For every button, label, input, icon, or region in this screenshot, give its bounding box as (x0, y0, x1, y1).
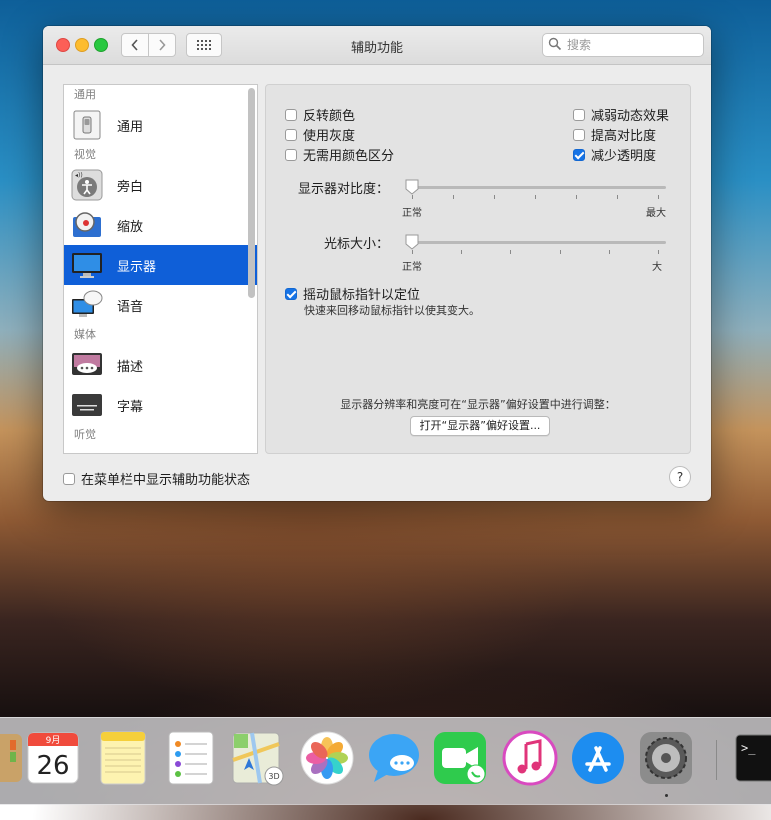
differentiate-without-color-label: 无需用颜色区分 (303, 149, 395, 164)
invert-colors-option[interactable]: 反转颜色 (285, 105, 355, 124)
calendar-day: 26 (36, 751, 69, 781)
increase-contrast-label: 提高对比度 (591, 129, 657, 144)
dock-separator (716, 740, 717, 780)
help-button[interactable]: ? (669, 466, 691, 488)
descriptions-icon (71, 349, 103, 381)
grayscale-checkbox[interactable] (285, 128, 297, 141)
search-field[interactable] (542, 33, 704, 57)
invert-colors-label: 反转颜色 (303, 109, 356, 124)
sidebar-scrollbar[interactable] (248, 88, 255, 298)
sidebar-label: 通用 (117, 119, 144, 135)
differentiate-without-color-checkbox[interactable] (285, 148, 297, 161)
display-icon (71, 249, 103, 281)
svg-text:3D: 3D (268, 772, 279, 781)
shake-to-locate-label: 摇动鼠标指针以定位 (303, 288, 421, 303)
captions-icon (71, 389, 103, 421)
sidebar-label: 旁白 (117, 179, 144, 195)
system-preferences-icon[interactable] (638, 730, 694, 786)
contrast-slider-label: 显示器对比度： (297, 182, 389, 197)
grayscale-option[interactable]: 使用灰度 (285, 125, 355, 144)
svg-text:◂)): ◂)) (75, 172, 83, 179)
notes-icon[interactable] (95, 730, 151, 786)
contacts-icon[interactable] (0, 730, 26, 786)
display-pane: 反转颜色 使用灰度 无需用颜色区分 减弱动态效果 提高对比度 减少透明度 显示器… (265, 84, 691, 454)
sidebar-label: 字幕 (117, 399, 144, 415)
contrast-slider-track[interactable] (406, 186, 666, 189)
itunes-icon[interactable] (502, 730, 558, 786)
invert-colors-checkbox[interactable] (285, 108, 297, 121)
sidebar-header-hearing: 听觉 (74, 428, 96, 441)
display-settings-note: 显示器分辨率和亮度可在“显示器”偏好设置中进行调整： (340, 398, 616, 411)
photos-icon[interactable] (299, 730, 355, 786)
sidebar-label: 缩放 (117, 219, 144, 235)
contrast-max-label: 最大 (646, 208, 666, 219)
title-bar: 辅助功能 (43, 26, 711, 65)
sidebar-item-captions[interactable]: 字幕 (64, 385, 257, 425)
shake-to-locate-option[interactable]: 摇动鼠标指针以定位 (285, 284, 420, 303)
reminders-icon[interactable] (163, 730, 219, 786)
shake-to-locate-description: 快速来回移动鼠标指针以使其变大。 (304, 304, 480, 317)
contrast-min-label: 正常 (402, 208, 422, 219)
sidebar-item-zoom[interactable]: 缩放 (64, 205, 257, 245)
contrast-slider-knob[interactable] (405, 179, 419, 195)
voiceover-icon: ◂)) (71, 169, 103, 201)
increase-contrast-option[interactable]: 提高对比度 (573, 125, 656, 144)
shake-to-locate-checkbox[interactable] (285, 287, 297, 300)
sidebar-label: 显示器 (117, 259, 157, 275)
zoom-icon (71, 209, 103, 241)
reduce-motion-label: 减弱动态效果 (591, 109, 670, 124)
sidebar-item-descriptions[interactable]: 描述 (64, 345, 257, 385)
dock: 9月 26 3D >_ (0, 717, 771, 805)
sidebar-item-speech[interactable]: 语音 (64, 285, 257, 325)
sidebar: 通用 通用 视觉 ◂)) 旁白 缩放 显示器 语音 媒体 描述 字幕 听觉 (63, 84, 258, 454)
cursor-size-max-label: 大 (652, 262, 662, 273)
cursor-size-slider-track[interactable] (406, 241, 666, 244)
increase-contrast-checkbox[interactable] (573, 128, 585, 141)
sidebar-header-media: 媒体 (74, 328, 96, 341)
search-input[interactable] (565, 36, 699, 54)
search-icon (548, 37, 562, 51)
sidebar-header-general: 通用 (74, 88, 96, 101)
calendar-icon[interactable]: 9月 26 (25, 730, 81, 786)
maps-icon[interactable]: 3D (230, 730, 286, 786)
calendar-month: 9月 (46, 735, 61, 746)
general-switch-icon (71, 109, 103, 141)
menu-bar-status-checkbox[interactable] (63, 472, 75, 485)
reduce-transparency-option[interactable]: 减少透明度 (573, 145, 656, 164)
app-store-icon[interactable] (570, 730, 626, 786)
reduce-motion-checkbox[interactable] (573, 108, 585, 121)
sidebar-item-general[interactable]: 通用 (64, 105, 257, 145)
sidebar-item-display[interactable]: 显示器 (64, 245, 257, 285)
speech-icon (71, 289, 103, 321)
reduce-transparency-label: 减少透明度 (591, 149, 657, 164)
terminal-icon[interactable]: >_ (733, 730, 771, 786)
sidebar-label: 描述 (117, 359, 144, 375)
menu-bar-status-option[interactable]: 在菜单栏中显示辅助功能状态 (63, 469, 250, 488)
menu-bar-status-label: 在菜单栏中显示辅助功能状态 (81, 473, 251, 488)
sidebar-label: 语音 (117, 299, 144, 315)
cursor-size-slider-label: 光标大小： (323, 237, 389, 252)
cursor-size-slider-knob[interactable] (405, 234, 419, 250)
messages-icon[interactable] (366, 730, 422, 786)
facetime-icon[interactable] (432, 730, 488, 786)
sidebar-header-vision: 视觉 (74, 148, 96, 161)
cursor-size-min-label: 正常 (402, 262, 422, 273)
running-indicator (665, 794, 668, 797)
open-display-preferences-button[interactable]: 打开“显示器”偏好设置... (410, 416, 550, 436)
grayscale-label: 使用灰度 (303, 129, 356, 144)
reduce-transparency-checkbox[interactable] (573, 148, 585, 161)
sidebar-item-voiceover[interactable]: ◂)) 旁白 (64, 165, 257, 205)
terminal-prompt: >_ (741, 741, 756, 755)
accessibility-window: 辅助功能 通用 通用 视觉 ◂)) 旁白 缩放 (43, 26, 711, 501)
reduce-motion-option[interactable]: 减弱动态效果 (573, 105, 669, 124)
differentiate-without-color-option[interactable]: 无需用颜色区分 (285, 145, 394, 164)
